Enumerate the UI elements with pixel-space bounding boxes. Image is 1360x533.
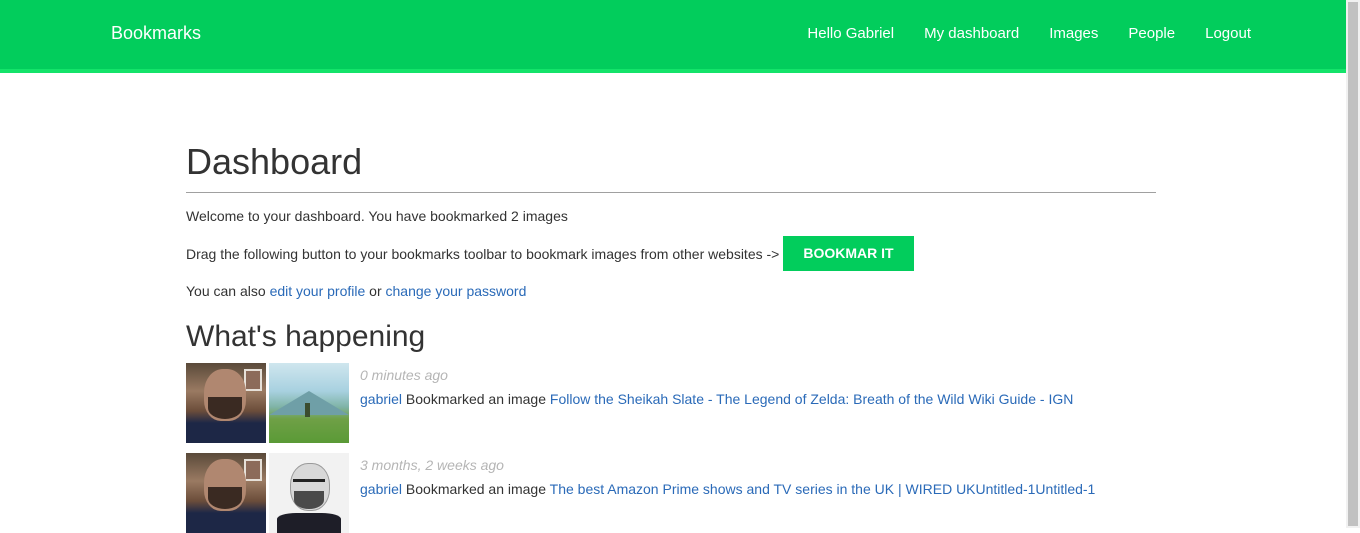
dashboard-content: Dashboard Welcome to your dashboard. You… bbox=[186, 140, 1156, 533]
nav-my-dashboard[interactable]: My dashboard bbox=[924, 25, 1019, 42]
user-avatar-thumbnail[interactable] bbox=[186, 453, 266, 533]
activity-verb: Bookmarked an image bbox=[402, 481, 550, 497]
activity-user-link[interactable]: gabriel bbox=[360, 391, 402, 407]
activity-item: 3 months, 2 weeks ago gabriel Bookmarked… bbox=[186, 453, 1156, 533]
brand-logo-link[interactable]: Bookmarks bbox=[111, 23, 201, 44]
drag-instruction-text: Drag the following button to your bookma… bbox=[186, 245, 780, 262]
bookmarklet-row: Drag the following button to your bookma… bbox=[186, 236, 1156, 271]
profile-links-row: You can also edit your profile or change… bbox=[186, 283, 1156, 299]
edit-profile-link[interactable]: edit your profile bbox=[270, 283, 366, 299]
vertical-scrollbar[interactable] bbox=[1346, 0, 1360, 528]
activity-item: 0 minutes ago gabriel Bookmarked an imag… bbox=[186, 363, 1156, 443]
also-prefix-text: You can also bbox=[186, 283, 270, 299]
activity-target-link[interactable]: The best Amazon Prime shows and TV serie… bbox=[550, 481, 1096, 497]
nav-greeting: Hello Gabriel bbox=[807, 25, 895, 42]
section-title: What's happening bbox=[186, 320, 426, 353]
welcome-text: Welcome to your dashboard. You have book… bbox=[186, 208, 568, 224]
page-title: Dashboard bbox=[186, 140, 1156, 193]
activity-date: 3 months, 2 weeks ago bbox=[360, 457, 504, 473]
activity-info: 3 months, 2 weeks ago gabriel Bookmarked… bbox=[360, 453, 1095, 533]
change-password-link[interactable]: change your password bbox=[386, 283, 527, 299]
activity-user-link[interactable]: gabriel bbox=[360, 481, 402, 497]
or-text: or bbox=[365, 283, 386, 299]
activity-info: 0 minutes ago gabriel Bookmarked an imag… bbox=[360, 363, 1073, 443]
bookmarked-image-thumbnail[interactable] bbox=[269, 363, 349, 443]
user-avatar-thumbnail[interactable] bbox=[186, 363, 266, 443]
bookmarked-image-thumbnail[interactable] bbox=[269, 453, 349, 533]
main-nav: Hello Gabriel My dashboard Images People… bbox=[807, 25, 1251, 42]
nav-people[interactable]: People bbox=[1128, 25, 1175, 42]
scrollbar-thumb[interactable] bbox=[1348, 2, 1358, 526]
activity-date: 0 minutes ago bbox=[360, 367, 448, 383]
nav-images[interactable]: Images bbox=[1049, 25, 1098, 42]
activity-verb: Bookmarked an image bbox=[402, 391, 550, 407]
bookmarklet-button[interactable]: BOOKMAR IT bbox=[783, 236, 914, 271]
nav-logout[interactable]: Logout bbox=[1205, 25, 1251, 42]
activity-target-link[interactable]: Follow the Sheikah Slate - The Legend of… bbox=[550, 391, 1073, 407]
top-navbar: Bookmarks Hello Gabriel My dashboard Ima… bbox=[0, 0, 1346, 73]
